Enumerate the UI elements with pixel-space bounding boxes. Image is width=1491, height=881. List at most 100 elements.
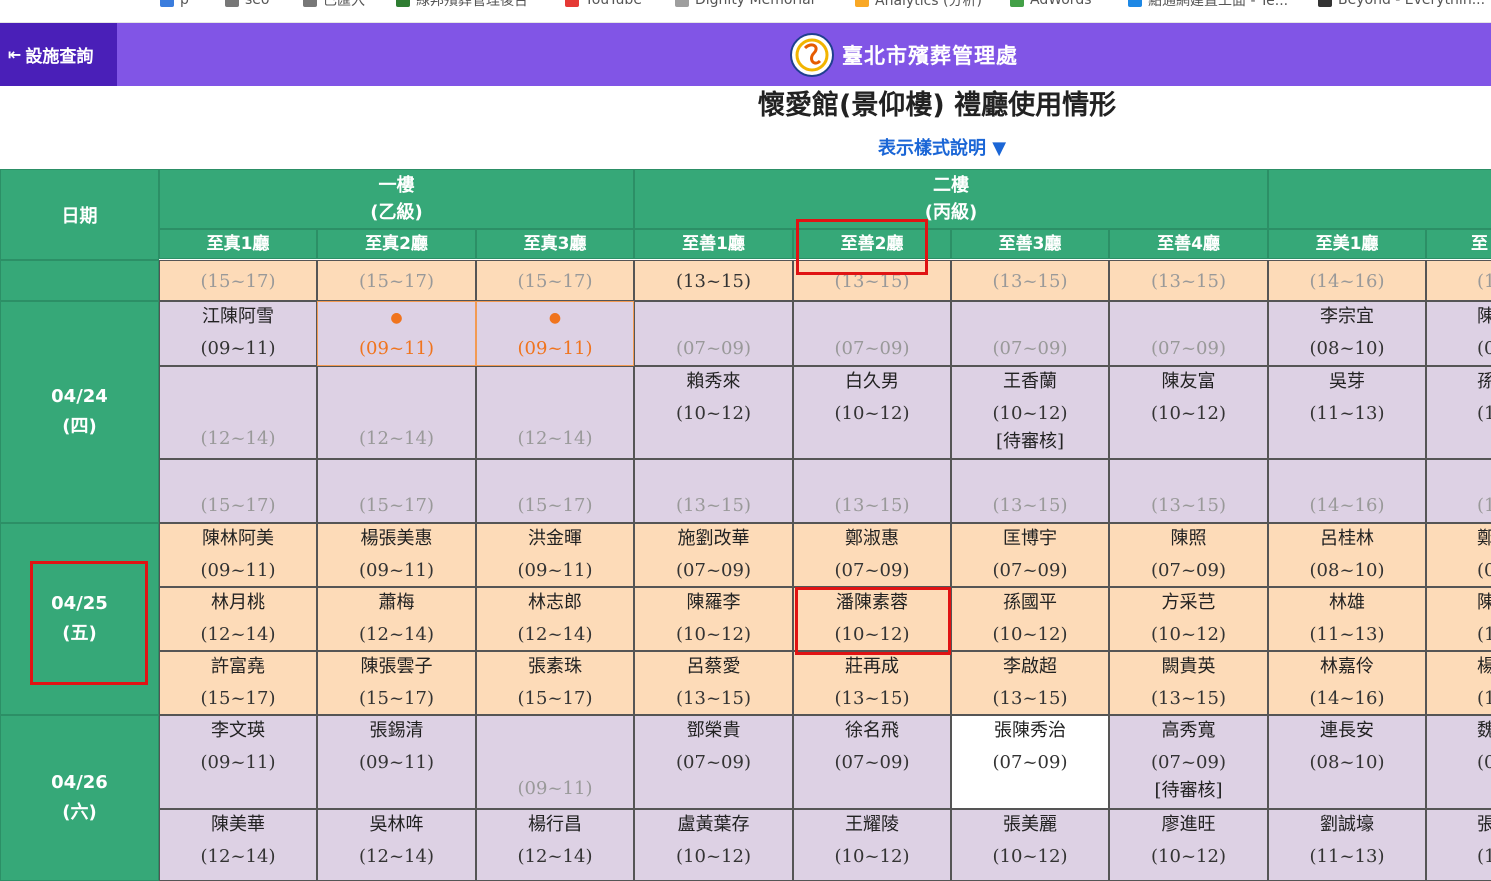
booking-cell[interactable]: 白久男 (10~12) <box>793 366 951 459</box>
booking-cell[interactable]: 劉誠壕 (11~13) <box>1268 809 1426 881</box>
booking-cell[interactable]: 鄧榮貴 (07~09) <box>634 715 793 809</box>
booking-cell[interactable]: 陳照 (07~09) <box>1109 523 1268 587</box>
booking-cell[interactable]: 林月桃 (12~14) <box>159 587 317 651</box>
time-slot-cell[interactable]: (1 <box>1426 260 1491 301</box>
time-slot-cell[interactable]: (15~17) <box>159 260 317 301</box>
hall-header[interactable]: 至 <box>1426 229 1491 259</box>
booking-cell[interactable]: 廖進旺 (10~12) <box>1109 809 1268 881</box>
bookmark-item[interactable]: Dignity Memorial <box>675 0 815 9</box>
booking-cell[interactable]: 闕貴英 (13~15) <box>1109 651 1268 715</box>
time-slot-cell[interactable]: (1 <box>1426 459 1491 523</box>
time-slot-cell[interactable]: (13~15) <box>951 260 1109 301</box>
time-slot-cell[interactable]: (15~17) <box>317 459 476 523</box>
booking-cell[interactable]: 江陳阿雪 (09~11) <box>159 301 317 366</box>
bookmark-item[interactable]: p <box>160 0 189 9</box>
booking-cell[interactable]: 孫國平 (10~12) <box>951 587 1109 651</box>
booking-cell[interactable]: 吳林哖 (12~14) <box>317 809 476 881</box>
time-slot-cell[interactable]: (13~15) <box>951 459 1109 523</box>
booking-cell[interactable]: 張 (1 <box>1426 809 1491 881</box>
booking-cell[interactable]: 林雄 (11~13) <box>1268 587 1426 651</box>
hall-header[interactable]: 至善1廳 <box>634 229 793 259</box>
booking-cell[interactable]: 方采芑 (10~12) <box>1109 587 1268 651</box>
booking-cell[interactable]: 孫 (1 <box>1426 366 1491 459</box>
booking-cell[interactable]: 李文瑛 (09~11) <box>159 715 317 809</box>
booking-cell[interactable]: 呂蔡愛 (13~15) <box>634 651 793 715</box>
bookmark-item[interactable]: Beyond - Everythin... <box>1318 0 1485 9</box>
booking-cell[interactable]: 魏 (0 <box>1426 715 1491 809</box>
legend-toggle-link[interactable]: 表示樣式說明 ▼ <box>878 134 1006 160</box>
time-slot-cell[interactable]: (12~14) <box>317 366 476 459</box>
booking-cell[interactable]: 洪金暉 (09~11) <box>476 523 634 587</box>
booking-cell[interactable]: 施劉改華 (07~09) <box>634 523 793 587</box>
time-slot-cell[interactable]: (13~15) <box>634 260 793 301</box>
booking-cell[interactable]: 林志郎 (12~14) <box>476 587 634 651</box>
booking-cell[interactable]: 蕭梅 (12~14) <box>317 587 476 651</box>
booking-cell[interactable]: 林嘉伶 (14~16) <box>1268 651 1426 715</box>
bookmark-item[interactable]: AdWords <box>1010 0 1092 9</box>
booking-cell[interactable]: 張素珠 (15~17) <box>476 651 634 715</box>
time-slot-cell[interactable]: (09~11) <box>476 715 634 809</box>
bookmark-item[interactable]: 點通網建置工面 - Te... <box>1128 0 1288 9</box>
time-slot-cell[interactable]: (07~09) <box>634 301 793 366</box>
bookmark-item[interactable]: 已匯入 <box>303 0 365 9</box>
booking-cell[interactable]: 匡博宇 (07~09) <box>951 523 1109 587</box>
bookmark-item[interactable]: YouTube <box>565 0 642 9</box>
booking-cell[interactable]: 鄭淑惠 (07~09) <box>793 523 951 587</box>
hall-header[interactable]: 至真2廳 <box>317 229 476 259</box>
booking-cell[interactable]: 吳芽 (11~13) <box>1268 366 1426 459</box>
booking-cell[interactable]: 徐名飛 (07~09) <box>793 715 951 809</box>
booking-cell[interactable]: 張錫清 (09~11) <box>317 715 476 809</box>
time-slot-cell[interactable]: (13~15) <box>793 459 951 523</box>
booking-cell[interactable]: 李啟超 (13~15) <box>951 651 1109 715</box>
booking-cell[interactable]: 許富堯 (15~17) <box>159 651 317 715</box>
hall-header[interactable]: 至真3廳 <box>476 229 634 259</box>
hall-header[interactable]: 至真1廳 <box>159 229 317 259</box>
booking-cell[interactable]: 陳 (1 <box>1426 587 1491 651</box>
bookmark-item[interactable]: Analytics (分析) <box>855 0 982 9</box>
booking-cell[interactable]: 陳張雲子 (15~17) <box>317 651 476 715</box>
time-slot-cell[interactable]: (13~15) <box>1109 459 1268 523</box>
booking-cell[interactable]: 王香蘭 (10~12) [待審核] <box>951 366 1109 459</box>
time-slot-cell[interactable]: (13~15) <box>1109 260 1268 301</box>
time-slot-cell[interactable]: (07~09) <box>793 301 951 366</box>
brand[interactable]: 臺北市殯葬管理處 <box>790 31 1018 79</box>
booking-cell[interactable]: 陳友富 (10~12) <box>1109 366 1268 459</box>
time-slot-cell[interactable]: (15~17) <box>159 459 317 523</box>
booking-cell[interactable]: 鄭 (0 <box>1426 523 1491 587</box>
booking-cell[interactable]: 楊行昌 (12~14) <box>476 809 634 881</box>
time-slot-cell[interactable]: ● (09~11) <box>476 301 634 366</box>
time-slot-cell[interactable]: (14~16) <box>1268 459 1426 523</box>
booking-cell[interactable]: 盧黃葉存 (10~12) <box>634 809 793 881</box>
booking-cell[interactable]: 呂桂林 (08~10) <box>1268 523 1426 587</box>
time-slot-cell[interactable]: (15~17) <box>476 260 634 301</box>
time-slot-cell[interactable]: ● (09~11) <box>317 301 476 366</box>
hall-header[interactable]: 至美1廳 <box>1268 229 1426 259</box>
facility-query-back-button[interactable]: ⇤ 設施查詢 <box>0 23 117 86</box>
booking-cell[interactable]: 陳羅李 (10~12) <box>634 587 793 651</box>
booking-cell[interactable]: 張陳秀治 (07~09) <box>951 715 1109 809</box>
booking-cell[interactable]: 潘陳素蓉 (10~12) <box>793 587 951 651</box>
booking-cell[interactable]: 莊再成 (13~15) <box>793 651 951 715</box>
time-slot-cell[interactable]: (13~15) <box>634 459 793 523</box>
hall-header[interactable]: 至善3廳 <box>951 229 1109 259</box>
time-slot-cell[interactable]: (07~09) <box>1109 301 1268 366</box>
hall-header[interactable]: 至善2廳 <box>793 229 951 259</box>
bookmark-item[interactable]: 綠邦殯葬管理後台 <box>396 0 528 9</box>
booking-cell[interactable]: 王耀陵 (10~12) <box>793 809 951 881</box>
time-slot-cell[interactable]: (14~16) <box>1268 260 1426 301</box>
booking-cell[interactable]: 張美麗 (10~12) <box>951 809 1109 881</box>
time-slot-cell[interactable]: (15~17) <box>476 459 634 523</box>
booking-cell[interactable]: 高秀寬 (07~09) [待審核] <box>1109 715 1268 809</box>
time-slot-cell[interactable]: (07~09) <box>951 301 1109 366</box>
time-slot-cell[interactable]: (15~17) <box>317 260 476 301</box>
booking-cell[interactable]: 李宗宜 (08~10) <box>1268 301 1426 366</box>
booking-cell[interactable]: 楊 (1 <box>1426 651 1491 715</box>
time-slot-cell[interactable]: (12~14) <box>476 366 634 459</box>
time-slot-cell[interactable]: (13~15) <box>793 260 951 301</box>
booking-cell[interactable]: 陳美華 (12~14) <box>159 809 317 881</box>
booking-cell[interactable]: 陳 (0 <box>1426 301 1491 366</box>
booking-cell[interactable]: 楊張美惠 (09~11) <box>317 523 476 587</box>
hall-header[interactable]: 至善4廳 <box>1109 229 1268 259</box>
time-slot-cell[interactable]: (12~14) <box>159 366 317 459</box>
booking-cell[interactable]: 賴秀來 (10~12) <box>634 366 793 459</box>
